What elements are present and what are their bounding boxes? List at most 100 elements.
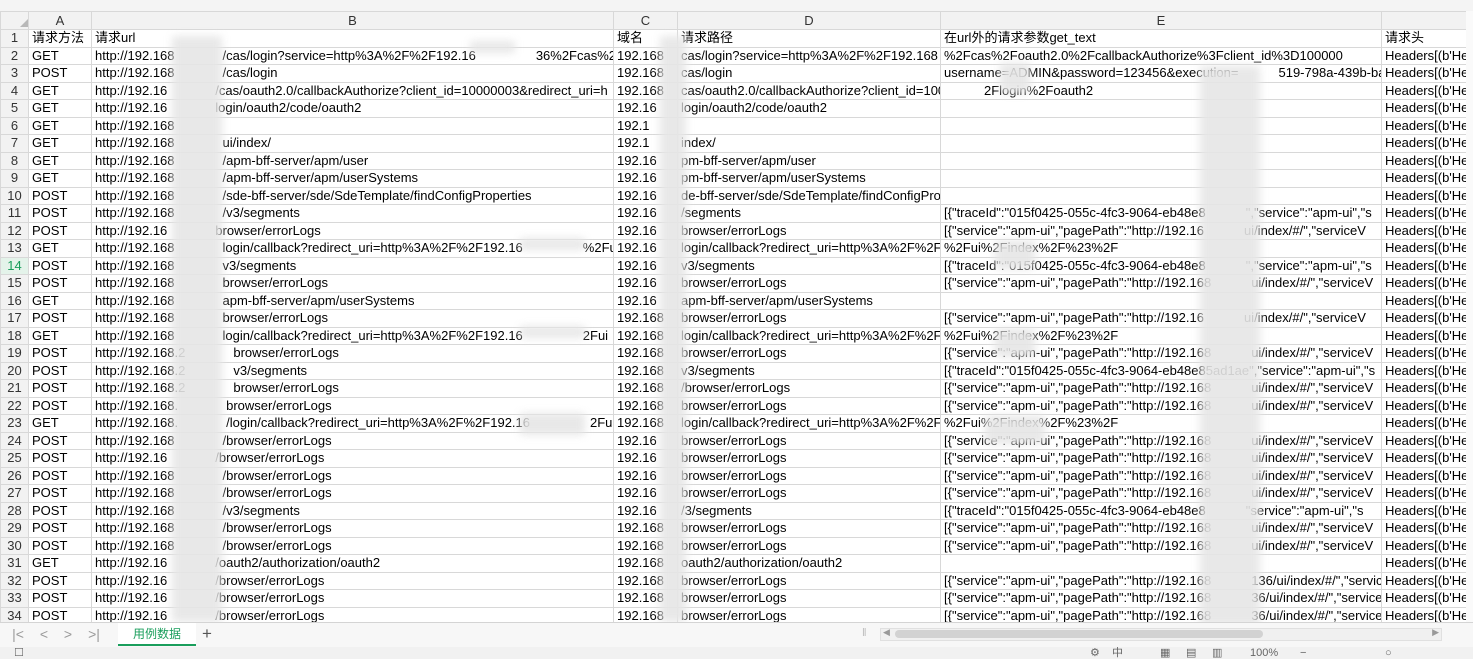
cell-header-path[interactable]: 请求路径 [677,29,941,48]
cell-path[interactable]: pm-bff-server/apm/userSystems [677,169,941,188]
cell-headers[interactable]: Headers[(b'He [1381,326,1468,345]
row-number[interactable]: 11 [0,204,29,223]
cell-path[interactable]: de-bff-server/sde/SdeTemplate/findConfig… [677,186,941,205]
add-sheet-icon[interactable]: + [198,624,216,644]
cell-method[interactable]: POST [28,536,92,555]
row-number[interactable]: 13 [0,239,29,258]
cell-url[interactable]: http://192.168/browser/errorLogs [91,484,614,503]
cell-method[interactable]: POST [28,361,92,380]
cell-params[interactable]: [{"service":"apm-ui","pagePath":"http://… [940,571,1382,590]
cell-headers[interactable]: Headers[(b'He [1381,431,1468,450]
cell-headers[interactable]: Headers[(b'He [1381,536,1468,555]
row-number[interactable]: 21 [0,379,29,398]
cell-params[interactable]: [{"service":"apm-ui","pagePath":"http://… [940,484,1382,503]
cell-path[interactable]: browser/errorLogs [677,221,941,240]
cell-path[interactable]: login/callback?redirect_uri=http%3A%2F%2… [677,414,941,433]
cell-url[interactable]: http://192.168 browser/errorLogs [91,274,614,293]
cell-headers[interactable]: Headers[(b'He [1381,64,1468,83]
cell-headers[interactable]: Headers[(b'He [1381,554,1468,573]
cell-method[interactable]: POST [28,396,92,415]
row-number[interactable]: 25 [0,449,29,468]
cell-params[interactable] [940,186,1382,205]
cell-path[interactable]: cas/login [677,64,941,83]
cell-url[interactable]: http://192.168.2 browser/errorLogs [91,379,614,398]
row-number[interactable]: 34 [0,606,29,622]
cell-method[interactable]: GET [28,554,92,573]
cell-headers[interactable]: Headers[(b'He [1381,309,1468,328]
row-number[interactable]: 17 [0,309,29,328]
prev-sheet-icon[interactable]: < [34,626,54,642]
cell-url[interactable]: http://192.168 v3/segments [91,256,614,275]
cell-method[interactable]: GET [28,99,92,118]
row-number[interactable]: 32 [0,571,29,590]
cell-headers[interactable]: Headers[(b'He [1381,239,1468,258]
cell-method[interactable]: POST [28,606,92,622]
cell-params[interactable]: [{"service":"apm-ui","pagePath":"http://… [940,449,1382,468]
cell-method[interactable]: GET [28,239,92,258]
row-number[interactable]: 28 [0,501,29,520]
cell-method[interactable]: POST [28,221,92,240]
page-layout-icon[interactable]: ▤ [1186,647,1196,659]
cell-path[interactable]: browser/errorLogs [677,309,941,328]
cell-method[interactable]: POST [28,484,92,503]
cell-url[interactable]: http://192.16/oauth2/authorization/oauth… [91,554,614,573]
scroll-right-icon[interactable]: ▶ [1432,627,1439,638]
cell-url[interactable]: http://192.168/apm-bff-server/apm/user [91,151,614,170]
cell-headers[interactable]: Headers[(b'He [1381,396,1468,415]
cell-path[interactable]: browser/errorLogs [677,431,941,450]
cell-path[interactable]: login/callback?redirect_uri=http%3A%2F%2… [677,326,941,345]
cell-path[interactable]: browser/errorLogs [677,484,941,503]
cell-params[interactable]: [{"service":"apm-ui","pagePath":"http://… [940,396,1382,415]
cell-params[interactable]: %2Fcas%2Foauth2.0%2FcallbackAuthorize%3F… [940,46,1382,65]
row-number[interactable]: 16 [0,291,29,310]
cell-headers[interactable]: Headers[(b'He [1381,466,1468,485]
row-number[interactable]: 7 [0,134,29,153]
row-number[interactable]: 23 [0,414,29,433]
settings-icon[interactable]: ⚙ [1090,647,1100,659]
cell-headers[interactable]: Headers[(b'He [1381,116,1468,135]
row-number[interactable]: 2 [0,46,29,65]
row-number[interactable]: 6 [0,116,29,135]
horizontal-scroll-thumb[interactable] [895,630,1263,638]
row-number[interactable]: 22 [0,396,29,415]
row-number[interactable]: 19 [0,344,29,363]
cell-headers[interactable]: Headers[(b'He [1381,501,1468,520]
cell-params[interactable]: [{"traceId":"015f0425-055c-4fc3-9064-eb4… [940,361,1382,380]
cell-url[interactable]: http://192.16/browser/errorLogs [91,606,614,622]
column-header-a[interactable]: A [28,11,92,30]
cell-headers[interactable]: Headers[(b'He [1381,361,1468,380]
row-number[interactable]: 33 [0,589,29,608]
column-header-f[interactable] [1381,11,1468,30]
cell-path[interactable]: v3/segments [677,256,941,275]
row-number[interactable]: 24 [0,431,29,450]
row-number[interactable]: 12 [0,221,29,240]
cell-params[interactable]: [{"service":"apm-ui","pagePath":"http://… [940,274,1382,293]
cell-headers[interactable]: Headers[(b'He [1381,519,1468,538]
cell-url[interactable]: http://192.168. browser/errorLogs [91,396,614,415]
cell-params[interactable]: [{"service":"apm-ui","pagePath":"http://… [940,309,1382,328]
cell-headers[interactable]: Headers[(b'He [1381,134,1468,153]
cell-params[interactable]: [{"traceId":"015f0425-055c-4fc3-9064-eb4… [940,204,1382,223]
cell-url[interactable]: http://192.16/browser/errorLogs [91,449,614,468]
cell-path[interactable]: browser/errorLogs [677,396,941,415]
cell-method[interactable]: GET [28,134,92,153]
cell-path[interactable]: browser/errorLogs [677,606,941,622]
cell-params[interactable] [940,99,1382,118]
cell-headers[interactable]: Headers[(b'He [1381,484,1468,503]
column-header-b[interactable]: B [91,11,614,30]
cell-url[interactable]: http://192.168/browser/errorLogs [91,536,614,555]
cell-headers[interactable]: Headers[(b'He [1381,46,1468,65]
cell-path[interactable]: browser/errorLogs [677,449,941,468]
cell-url[interactable]: http://192.168/v3/segments [91,501,614,520]
cell-path[interactable]: cas/login?service=http%3A%2F%2F192.168 [677,46,941,65]
zoom-out-icon[interactable]: − [1300,647,1306,659]
cell-method[interactable]: POST [28,519,92,538]
cell-header-url[interactable]: 请求url [91,29,614,48]
cell-method[interactable]: GET [28,326,92,345]
row-number[interactable]: 5 [0,99,29,118]
cell-path[interactable]: browser/errorLogs [677,571,941,590]
cell-params[interactable]: [{"service":"apm-ui","pagePath":"http://… [940,221,1382,240]
column-header-c[interactable]: C [613,11,678,30]
cell-url[interactable]: http://192.168/browser/errorLogs [91,466,614,485]
cell-path[interactable]: browser/errorLogs [677,519,941,538]
